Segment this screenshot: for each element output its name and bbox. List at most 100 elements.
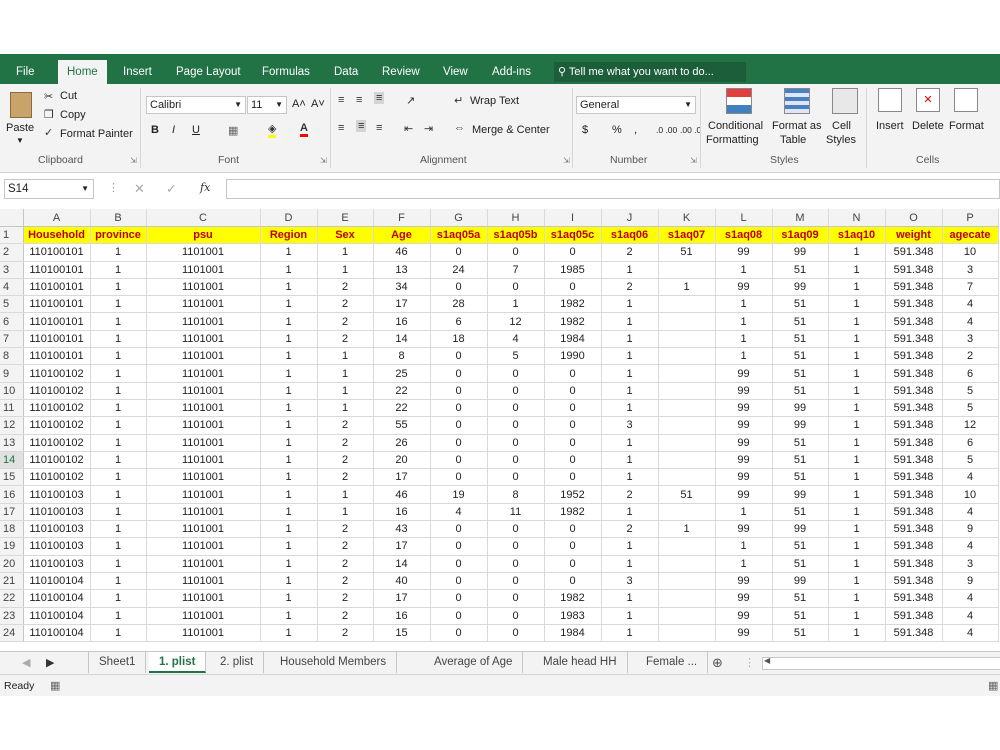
table-cell[interactable]: 51 (772, 589, 829, 608)
column-header-o[interactable]: O (885, 209, 943, 227)
macro-record-icon[interactable]: ▦ (50, 679, 60, 692)
table-cell[interactable]: 1 (601, 468, 659, 487)
table-cell[interactable]: 0 (544, 364, 602, 383)
table-cell[interactable]: 1 (90, 555, 147, 573)
table-cell[interactable]: 1 (828, 607, 886, 625)
column-header-p[interactable]: P (942, 209, 999, 227)
table-cell[interactable]: 15 (373, 624, 431, 643)
table-cell[interactable]: 1101001 (146, 382, 261, 400)
table-cell[interactable]: 1 (260, 589, 318, 608)
table-cell[interactable]: 17 (373, 537, 431, 556)
table-cell[interactable]: 1 (715, 347, 773, 366)
row-header[interactable]: 18 (0, 520, 24, 539)
table-cell[interactable]: 591.348 (885, 278, 943, 297)
table-cell[interactable]: 1101001 (146, 468, 261, 487)
increase-decimal-button[interactable]: .0 .00 (656, 125, 677, 135)
table-cell[interactable]: 591.348 (885, 451, 943, 470)
header-cell[interactable]: province (90, 226, 147, 245)
enter-icon[interactable]: ✓ (166, 181, 177, 197)
table-cell[interactable]: 1 (828, 399, 886, 418)
table-cell[interactable]: 0 (430, 416, 488, 435)
header-cell[interactable]: s1aq10 (828, 226, 886, 245)
table-cell[interactable]: 11 (487, 503, 545, 522)
table-cell[interactable]: 591.348 (885, 468, 943, 487)
table-cell[interactable]: 1 (601, 382, 659, 400)
table-cell[interactable]: 22 (373, 399, 431, 418)
table-cell[interactable]: 1 (260, 451, 318, 470)
table-cell[interactable]: 1 (601, 364, 659, 383)
table-cell[interactable]: 110100101 (23, 278, 91, 297)
table-cell[interactable]: 2 (317, 278, 374, 297)
row-header[interactable]: 2 (0, 243, 24, 262)
table-cell[interactable]: 110100102 (23, 382, 91, 400)
table-cell[interactable]: 51 (772, 382, 829, 400)
header-cell[interactable]: s1aq09 (772, 226, 829, 245)
row-header[interactable]: 24 (0, 624, 24, 643)
table-cell[interactable]: 46 (373, 243, 431, 262)
table-cell[interactable]: 14 (373, 330, 431, 349)
table-cell[interactable]: 0 (544, 572, 602, 591)
table-cell[interactable]: 0 (544, 382, 602, 400)
table-cell[interactable]: 110100101 (23, 347, 91, 366)
table-cell[interactable]: 1 (260, 624, 318, 643)
table-cell[interactable]: 1 (260, 537, 318, 556)
table-cell[interactable]: 0 (430, 572, 488, 591)
table-cell[interactable]: 1 (828, 537, 886, 556)
table-cell[interactable]: 591.348 (885, 624, 943, 643)
header-cell[interactable]: weight (885, 226, 943, 245)
table-cell[interactable]: 1 (90, 485, 147, 504)
table-cell[interactable]: 0 (487, 624, 545, 643)
table-cell[interactable]: 4 (942, 607, 999, 625)
row-header[interactable]: 23 (0, 607, 24, 625)
table-cell[interactable]: 1101001 (146, 451, 261, 470)
table-cell[interactable]: 591.348 (885, 312, 943, 331)
formula-input[interactable] (226, 179, 1000, 199)
table-cell[interactable] (658, 347, 716, 366)
column-header-c[interactable]: C (146, 209, 261, 227)
paste-button[interactable]: Paste ▼ (6, 90, 36, 146)
column-header-b[interactable]: B (90, 209, 147, 227)
table-cell[interactable]: 0 (430, 624, 488, 643)
row-header[interactable]: 19 (0, 537, 24, 556)
tab-file[interactable]: File (16, 54, 35, 84)
table-cell[interactable]: 110100103 (23, 520, 91, 539)
table-cell[interactable]: 1 (601, 589, 659, 608)
shrink-font-button[interactable]: A˅ (311, 98, 325, 110)
table-cell[interactable] (658, 434, 716, 452)
table-cell[interactable]: 16 (373, 312, 431, 331)
scroll-right-icon[interactable]: ▶ (46, 656, 54, 669)
table-cell[interactable]: 12 (942, 416, 999, 435)
table-cell[interactable]: 0 (487, 399, 545, 418)
table-cell[interactable]: 1 (260, 485, 318, 504)
table-cell[interactable]: 0 (430, 347, 488, 366)
table-cell[interactable]: 1 (601, 503, 659, 522)
table-cell[interactable]: 1 (90, 537, 147, 556)
table-cell[interactable]: 51 (658, 485, 716, 504)
table-cell[interactable]: 1101001 (146, 537, 261, 556)
table-cell[interactable] (658, 382, 716, 400)
table-cell[interactable]: 110100104 (23, 624, 91, 643)
fill-color-icon[interactable]: ◈ (268, 122, 277, 138)
table-cell[interactable]: 99 (715, 399, 773, 418)
table-cell[interactable]: 591.348 (885, 364, 943, 383)
table-cell[interactable]: 591.348 (885, 434, 943, 452)
table-cell[interactable] (658, 451, 716, 470)
header-cell[interactable]: s1aq05c (544, 226, 602, 245)
table-cell[interactable]: 51 (772, 330, 829, 349)
table-cell[interactable]: 591.348 (885, 572, 943, 591)
table-cell[interactable]: 1 (317, 261, 374, 279)
table-cell[interactable]: 0 (544, 434, 602, 452)
table-cell[interactable]: 2 (601, 520, 659, 539)
table-cell[interactable]: 1 (90, 295, 147, 314)
table-cell[interactable]: 1983 (544, 607, 602, 625)
table-cell[interactable]: 1990 (544, 347, 602, 366)
table-cell[interactable]: 1101001 (146, 434, 261, 452)
table-cell[interactable]: 0 (487, 416, 545, 435)
table-cell[interactable]: 1 (715, 295, 773, 314)
table-cell[interactable] (658, 624, 716, 643)
decrease-indent-icon[interactable]: ⇤ (404, 122, 413, 135)
table-cell[interactable]: 99 (772, 520, 829, 539)
worksheet-grid[interactable]: A B C D E F G H I J K L M N O P 1 Household province psu Reg… (0, 209, 999, 643)
table-cell[interactable]: 43 (373, 520, 431, 539)
table-cell[interactable]: 1 (260, 243, 318, 262)
